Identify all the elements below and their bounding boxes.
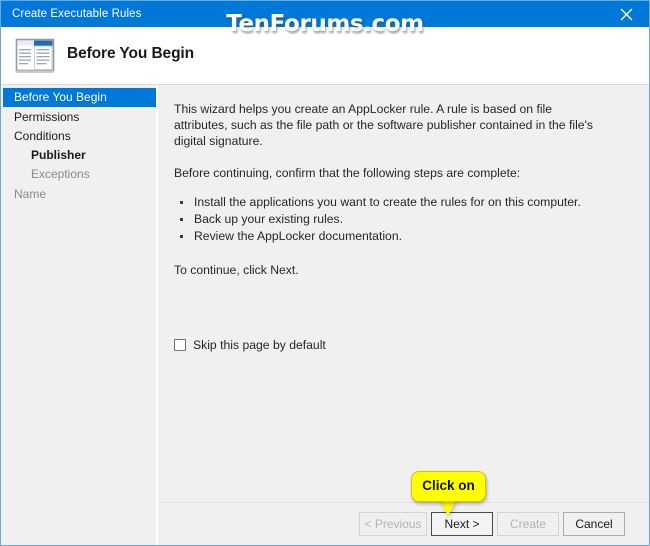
wizard-step-sidebar: Before You Begin Permissions Conditions …	[1, 85, 158, 545]
title-bar: Create Executable Rules	[1, 1, 649, 27]
sidebar-item-exceptions[interactable]: Exceptions	[3, 165, 156, 184]
prerequisite-steps-list: Install the applications you want to cre…	[174, 194, 635, 244]
list-item: Review the AppLocker documentation.	[174, 228, 635, 244]
click-on-callout: Click on	[411, 471, 486, 502]
continue-paragraph: To continue, click Next.	[174, 263, 299, 277]
close-icon[interactable]	[604, 1, 649, 27]
wizard-header: Before You Begin	[1, 27, 649, 85]
page-title: Before You Begin	[67, 45, 195, 62]
sidebar-item-permissions[interactable]: Permissions	[3, 108, 156, 127]
previous-button[interactable]: < Previous	[359, 512, 427, 536]
confirm-paragraph: Before continuing, confirm that the foll…	[174, 166, 521, 180]
sidebar-item-name[interactable]: Name	[3, 185, 156, 204]
callout-label: Click on	[422, 478, 475, 493]
skip-this-page-label: Skip this page by default	[193, 338, 326, 352]
create-executable-rules-window: Create Executable Rules Before You Begin…	[0, 0, 650, 546]
wizard-window-icon	[15, 35, 55, 75]
cancel-button[interactable]: Cancel	[563, 512, 625, 536]
sidebar-item-conditions[interactable]: Conditions	[3, 127, 156, 146]
create-button[interactable]: Create	[497, 512, 559, 536]
skip-page-row[interactable]: Skip this page by default	[174, 338, 326, 352]
wizard-footer: < Previous Next > Create Cancel	[160, 502, 649, 545]
sidebar-item-before-you-begin[interactable]: Before You Begin	[3, 88, 156, 107]
window-title: Create Executable Rules	[12, 8, 142, 20]
list-item: Back up your existing rules.	[174, 211, 635, 227]
skip-this-page-checkbox[interactable]	[174, 339, 186, 351]
wizard-content-panel: This wizard helps you create an AppLocke…	[160, 85, 649, 545]
list-item: Install the applications you want to cre…	[174, 194, 635, 210]
intro-paragraph: This wizard helps you create an AppLocke…	[174, 102, 593, 148]
sidebar-item-publisher[interactable]: Publisher	[3, 146, 156, 165]
